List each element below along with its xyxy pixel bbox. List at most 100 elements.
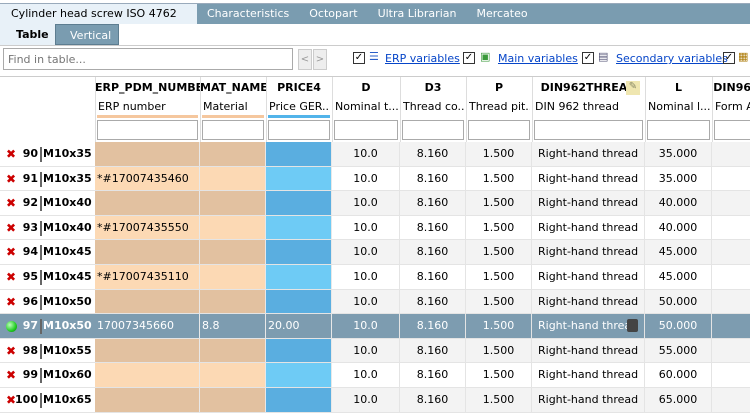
cell-d[interactable]: 10.0 [332,142,400,166]
cell-x[interactable] [712,388,750,412]
cell-erp[interactable] [95,142,200,166]
cell-l[interactable]: 40.000 [645,215,712,240]
cell-d3[interactable]: 8.160 [400,363,466,387]
column-filter-input[interactable] [647,120,710,140]
column-header-2[interactable]: PRICE4 Price GER... [266,77,332,142]
cell-price[interactable] [266,265,332,289]
cell-price[interactable] [266,363,332,387]
column-header-0[interactable]: ERP_PDM_NUMBER ERP number [95,77,200,142]
cell-mat[interactable] [200,240,266,264]
cell-price[interactable]: 20.00 [266,314,332,338]
cell-d[interactable]: 10.0 [332,265,400,289]
row-header[interactable]: ✖ 93 M10x40 [0,215,95,240]
cell-x[interactable] [712,142,750,166]
row-header[interactable]: ✖ 95 M10x45 [0,265,95,289]
cell-price[interactable] [266,338,332,363]
erp-variables-checkbox[interactable]: ✓ [353,52,365,64]
cell-p[interactable]: 1.500 [466,142,532,166]
cell-l[interactable]: 60.000 [645,363,712,387]
cell-erp[interactable] [95,338,200,363]
cell-erp[interactable] [95,191,200,215]
prev-button[interactable]: < [298,49,312,70]
cell-price[interactable] [266,240,332,264]
cell-erp[interactable]: *#17007435460 [95,166,200,191]
table-row[interactable]: ✖ 90 M10x35 10.0 8.160 1.500 Right-hand thre… [0,142,750,167]
cell-d[interactable]: 10.0 [332,314,400,338]
cell-x[interactable] [712,166,750,191]
cell-d[interactable]: 10.0 [332,338,400,363]
cell-l[interactable]: 40.000 [645,191,712,215]
cell-d3[interactable]: 8.160 [400,265,466,289]
cell-p[interactable]: 1.500 [466,166,532,191]
cell-thread[interactable]: Right-hand thread [532,363,645,387]
cell-d3[interactable]: 8.160 [400,191,466,215]
cell-p[interactable]: 1.500 [466,191,532,215]
row-header[interactable]: 97 M10x50 [0,314,95,338]
column-header-8[interactable]: DIN962 Form A [712,77,750,142]
row-header[interactable]: ✖ 99 M10x60 [0,363,95,387]
row-header[interactable]: ✖ 96 M10x50 [0,289,95,314]
cell-thread[interactable]: Right-hand thread [532,289,645,314]
cell-thread[interactable]: Right-hand thread [532,265,645,289]
cell-l[interactable]: 35.000 [645,142,712,166]
cell-price[interactable] [266,142,332,166]
cell-erp[interactable] [95,240,200,264]
cell-erp[interactable] [95,289,200,314]
cell-l[interactable]: 55.000 [645,338,712,363]
cell-d3[interactable]: 8.160 [400,289,466,314]
cell-erp[interactable]: *#17007435110 [95,265,200,289]
table-row[interactable]: ✖ 99 M10x60 10.0 8.160 1.500 Right-hand thre… [0,363,750,388]
cell-l[interactable]: 65.000 [645,388,712,412]
tab-characteristics[interactable]: Characteristics [197,4,299,24]
table-row[interactable]: ✖ 92 M10x40 10.0 8.160 1.500 Right-hand thre… [0,191,750,216]
cell-thread[interactable]: Right-hand thread [532,166,645,191]
cell-d3[interactable]: 8.160 [400,142,466,166]
cell-mat[interactable] [200,166,266,191]
cell-p[interactable]: 1.500 [466,289,532,314]
column-header-5[interactable]: P Thread pit... [466,77,532,142]
cell-d3[interactable]: 8.160 [400,215,466,240]
cell-d[interactable]: 10.0 [332,191,400,215]
cell-erp[interactable] [95,388,200,412]
find-in-table-input[interactable] [3,48,293,70]
tab-mercateo[interactable]: Mercateo [466,4,537,24]
cell-x[interactable] [712,191,750,215]
erp-variables-link[interactable]: ERP variables [385,52,460,65]
cell-d[interactable]: 10.0 [332,166,400,191]
cell-mat[interactable] [200,142,266,166]
table-row[interactable]: ✖ 96 M10x50 10.0 8.160 1.500 Right-hand thre… [0,289,750,315]
cell-p[interactable]: 1.500 [466,240,532,264]
table-row[interactable]: ✖ 98 M10x55 10.0 8.160 1.500 Right-hand thre… [0,338,750,364]
cell-d[interactable]: 10.0 [332,363,400,387]
cell-x[interactable] [712,289,750,314]
cell-erp[interactable]: *#17007435550 [95,215,200,240]
secondary-variables-link[interactable]: Secondary variables [616,52,728,65]
cell-erp[interactable]: 17007345660 [95,314,200,338]
cell-thread[interactable]: Right-hand thread [532,388,645,412]
cell-thread[interactable]: Right-hand thread [532,215,645,240]
cell-x[interactable] [712,363,750,387]
cell-price[interactable] [266,215,332,240]
cell-price[interactable] [266,166,332,191]
cell-x[interactable] [712,314,750,338]
cell-d3[interactable]: 8.160 [400,166,466,191]
cell-x[interactable] [712,265,750,289]
cell-erp[interactable] [95,363,200,387]
cell-l[interactable]: 45.000 [645,265,712,289]
cell-p[interactable]: 1.500 [466,265,532,289]
row-header[interactable]: ✖ 94 M10x45 [0,240,95,264]
cell-mat[interactable] [200,289,266,314]
cell-price[interactable] [266,191,332,215]
main-variables-link[interactable]: Main variables [498,52,578,65]
table-row[interactable]: ✖ 100 M10x65 10.0 8.160 1.500 Right-hand thr… [0,388,750,413]
column-filter-input[interactable] [534,120,643,140]
tab-table[interactable]: Table [0,24,55,45]
cell-x[interactable] [712,338,750,363]
cell-x[interactable] [712,240,750,264]
cell-d[interactable]: 10.0 [332,388,400,412]
column-filter-input[interactable] [468,120,530,140]
cell-d3[interactable]: 8.160 [400,314,466,338]
column-header-1[interactable]: MAT_NAME Material [200,77,266,142]
column-filter-input[interactable] [97,120,198,140]
cell-price[interactable] [266,388,332,412]
